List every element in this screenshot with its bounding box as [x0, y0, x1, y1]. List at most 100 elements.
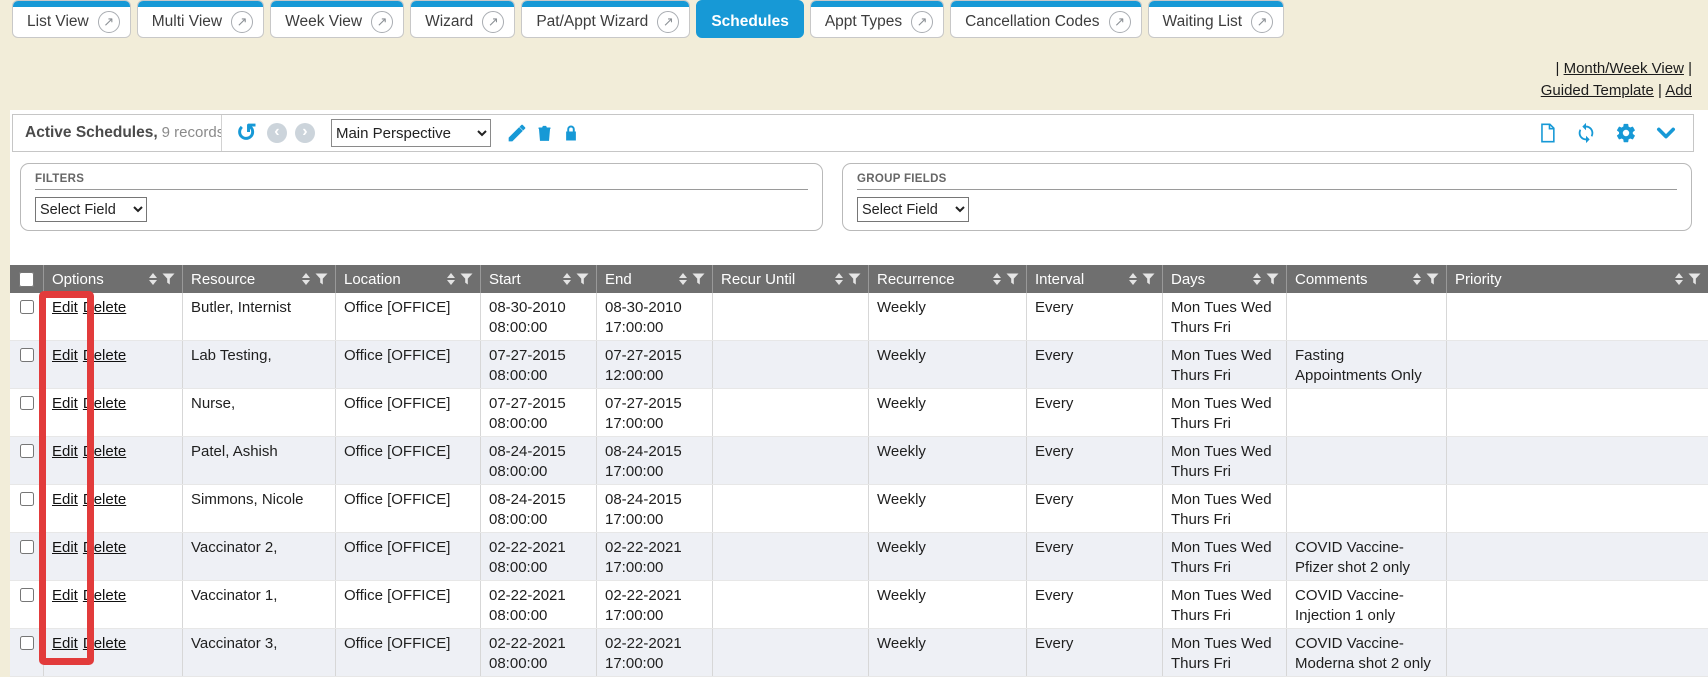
edit-link[interactable]: Edit — [52, 395, 78, 412]
sort-icon[interactable] — [302, 273, 310, 285]
filter-funnel-icon[interactable] — [1426, 273, 1439, 285]
column-header-end[interactable]: End — [597, 265, 713, 293]
edit-link[interactable]: Edit — [52, 635, 78, 652]
options-cell: Edit Delete — [44, 485, 183, 532]
row-checkbox[interactable] — [20, 588, 34, 602]
new-document-icon[interactable] — [1538, 122, 1557, 144]
open-in-new-icon[interactable]: ↗ — [911, 11, 933, 33]
cell-recur-until — [713, 437, 869, 484]
row-checkbox[interactable] — [20, 300, 34, 314]
group-fields-label: GROUP FIELDS — [857, 173, 1677, 190]
table-row: EditDeleteNurse,Office [OFFICE]07-27-201… — [10, 389, 1708, 437]
column-header-comments[interactable]: Comments — [1287, 265, 1447, 293]
filter-funnel-icon[interactable] — [692, 273, 705, 285]
open-in-new-icon[interactable]: ↗ — [657, 11, 679, 33]
edit-link[interactable]: Edit — [52, 299, 78, 316]
sort-icon[interactable] — [563, 273, 571, 285]
tab-waiting-list[interactable]: Waiting List↗ — [1148, 0, 1285, 38]
column-header-recur-until[interactable]: Recur Until — [713, 265, 869, 293]
sort-icon[interactable] — [679, 273, 687, 285]
sort-icon[interactable] — [149, 273, 157, 285]
collapse-chevron-icon[interactable] — [1655, 124, 1677, 142]
delete-link[interactable]: Delete — [83, 491, 126, 508]
cell-location: Office [OFFICE] — [336, 629, 481, 676]
page-title-text: Active Schedules, — [25, 124, 158, 141]
row-checkbox[interactable] — [20, 396, 34, 410]
edit-link[interactable]: Edit — [52, 347, 78, 364]
column-header-options[interactable]: Options — [44, 265, 183, 293]
filter-funnel-icon[interactable] — [1006, 273, 1019, 285]
month-week-view-link[interactable]: Month/Week View — [1564, 60, 1684, 77]
column-header-start[interactable]: Start — [481, 265, 597, 293]
row-checkbox[interactable] — [20, 636, 34, 650]
tab-pat-appt-wizard[interactable]: Pat/Appt Wizard↗ — [521, 0, 690, 38]
filter-funnel-icon[interactable] — [1688, 273, 1701, 285]
cell-recurrence: Weekly — [869, 341, 1027, 388]
column-header-recurrence[interactable]: Recurrence — [869, 265, 1027, 293]
filter-funnel-icon[interactable] — [1266, 273, 1279, 285]
sort-icon[interactable] — [835, 273, 843, 285]
filter-funnel-icon[interactable] — [1142, 273, 1155, 285]
tab-wizard[interactable]: Wizard↗ — [410, 0, 515, 38]
open-in-new-icon[interactable]: ↗ — [1109, 11, 1131, 33]
tab-week-view[interactable]: Week View↗ — [270, 0, 404, 38]
filter-funnel-icon[interactable] — [315, 273, 328, 285]
delete-link[interactable]: Delete — [83, 587, 126, 604]
open-in-new-icon[interactable]: ↗ — [482, 11, 504, 33]
column-header-interval[interactable]: Interval — [1027, 265, 1163, 293]
column-header-days[interactable]: Days — [1163, 265, 1287, 293]
sort-icon[interactable] — [1675, 273, 1683, 285]
filter-funnel-icon[interactable] — [576, 273, 589, 285]
sort-icon[interactable] — [1253, 273, 1261, 285]
refresh-icon[interactable] — [1575, 122, 1597, 144]
sort-icon[interactable] — [993, 273, 1001, 285]
add-link[interactable]: Add — [1665, 82, 1692, 99]
tab-cancellation-codes[interactable]: Cancellation Codes↗ — [950, 0, 1141, 38]
lock-icon[interactable] — [562, 123, 580, 143]
row-checkbox[interactable] — [20, 444, 34, 458]
row-checkbox[interactable] — [20, 348, 34, 362]
filter-funnel-icon[interactable] — [162, 273, 175, 285]
open-in-new-icon[interactable]: ↗ — [371, 11, 393, 33]
cell-recurrence: Weekly — [869, 533, 1027, 580]
sort-icon[interactable] — [1413, 273, 1421, 285]
delete-link[interactable]: Delete — [83, 299, 126, 316]
open-in-new-icon[interactable]: ↗ — [231, 11, 253, 33]
delete-link[interactable]: Delete — [83, 443, 126, 460]
column-header-priority[interactable]: Priority — [1447, 265, 1708, 293]
sort-icon[interactable] — [1129, 273, 1137, 285]
filter-funnel-icon[interactable] — [460, 273, 473, 285]
edit-link[interactable]: Edit — [52, 491, 78, 508]
tab-list-view[interactable]: List View↗ — [12, 0, 131, 38]
tab-schedules[interactable]: Schedules — [696, 0, 804, 38]
undo-icon[interactable]: ↺ — [236, 121, 257, 146]
edit-link[interactable]: Edit — [52, 443, 78, 460]
tab-appt-types[interactable]: Appt Types↗ — [810, 0, 944, 38]
row-checkbox[interactable] — [20, 492, 34, 506]
next-perspective-icon[interactable]: › — [295, 123, 315, 143]
settings-gear-icon[interactable] — [1615, 122, 1637, 144]
column-header-location[interactable]: Location — [336, 265, 481, 293]
edit-link[interactable]: Edit — [52, 587, 78, 604]
delete-link[interactable]: Delete — [83, 539, 126, 556]
select-all-checkbox[interactable] — [19, 272, 34, 287]
guided-template-link[interactable]: Guided Template — [1541, 82, 1654, 99]
tab-multi-view[interactable]: Multi View↗ — [137, 0, 264, 38]
delete-trash-icon[interactable] — [535, 123, 554, 143]
delete-link[interactable]: Delete — [83, 635, 126, 652]
filters-field-select[interactable]: Select Field — [35, 197, 147, 222]
delete-link[interactable]: Delete — [83, 395, 126, 412]
edit-pencil-icon[interactable] — [507, 123, 527, 143]
open-in-new-icon[interactable]: ↗ — [1251, 11, 1273, 33]
group-fields-select[interactable]: Select Field — [857, 197, 969, 222]
prev-perspective-icon[interactable]: ‹ — [267, 123, 287, 143]
perspective-select[interactable]: Main Perspective — [331, 119, 491, 147]
sort-icon[interactable] — [447, 273, 455, 285]
delete-link[interactable]: Delete — [83, 347, 126, 364]
column-header-resource[interactable]: Resource — [183, 265, 336, 293]
open-in-new-icon[interactable]: ↗ — [98, 11, 120, 33]
cell-end: 02-22-2021 17:00:00 — [597, 629, 713, 676]
row-checkbox[interactable] — [20, 540, 34, 554]
edit-link[interactable]: Edit — [52, 539, 78, 556]
filter-funnel-icon[interactable] — [848, 273, 861, 285]
